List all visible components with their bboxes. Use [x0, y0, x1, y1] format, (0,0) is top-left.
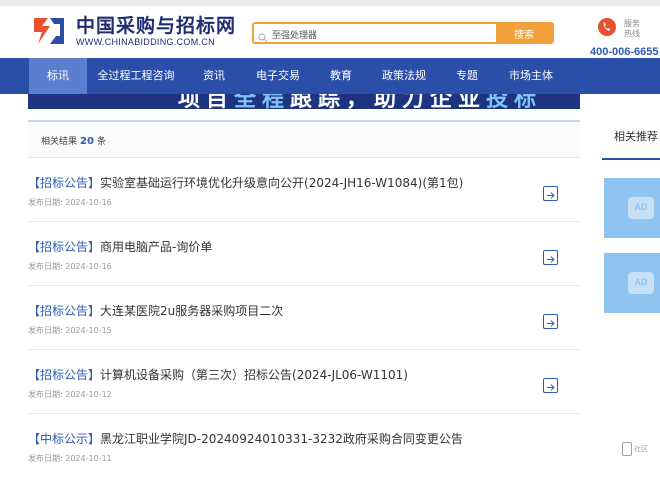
hotline-label: 服务热线 — [624, 19, 640, 38]
watermark-icon — [622, 442, 632, 456]
hotline: 服务热线 400-006-6655 — [590, 16, 660, 58]
list-item[interactable]: 【招标公告】大连某医院2u服务器采购项目二次 发布日期: 2024-10-15 — [28, 286, 580, 350]
open-arrow-icon[interactable] — [543, 250, 558, 265]
search-box: 至强处理器 搜索 — [252, 22, 554, 44]
open-arrow-icon[interactable] — [543, 314, 558, 329]
site-logo[interactable]: 中国采购与招标网 WWW.CHINABIDDING.COM.CN — [30, 14, 236, 48]
list-item[interactable]: 【招标公告】商用电脑产品-询价单 发布日期: 2024-10-16 — [28, 222, 580, 286]
search-icon — [258, 28, 268, 43]
nav-item-topics[interactable]: 专题 — [448, 58, 486, 94]
item-date: 发布日期: 2024-10-16 — [28, 198, 112, 207]
item-date: 发布日期: 2024-10-12 — [28, 390, 112, 399]
results-summary: 相关结果 20 条 — [28, 120, 580, 158]
item-title[interactable]: 【招标公告】大连某医院2u服务器采购项目二次 — [28, 302, 283, 319]
item-title[interactable]: 【招标公告】商用电脑产品-询价单 — [28, 238, 212, 255]
ad-icon: AD — [628, 272, 654, 294]
ad-icon: AD — [628, 197, 654, 219]
logo-mark-icon — [30, 14, 68, 48]
banner-text: 项目全程跟踪，助力企业投标 — [178, 94, 543, 109]
search-button[interactable]: 搜索 — [496, 24, 552, 42]
site-header: 中国采购与招标网 WWW.CHINABIDDING.COM.CN 至强处理器 搜… — [0, 6, 660, 58]
list-item[interactable]: 【招标公告】计算机设备采购（第三次）招标公告(2024-JL06-W1101) … — [28, 350, 580, 414]
results-count: 20 — [80, 136, 94, 147]
nav-item-market[interactable]: 市场主体 — [502, 58, 560, 94]
list-item[interactable]: 【招标公告】实验室基础运行环境优化升级意向公开(2024-JH16-W1084)… — [28, 158, 580, 222]
nav-item-biaoxun[interactable]: 标讯 — [29, 58, 87, 94]
nav-item-e-trade[interactable]: 电子交易 — [250, 58, 306, 94]
item-title[interactable]: 【招标公告】实验室基础运行环境优化升级意向公开(2024-JH16-W1084)… — [28, 174, 463, 191]
nav-item-policy[interactable]: 政策法规 — [376, 58, 432, 94]
item-title[interactable]: 【中标公示】黑龙江职业学院JD-20240924010331-3232政府采购合… — [28, 430, 463, 447]
sidebar-title: 相关推荐 — [614, 130, 658, 143]
item-tag: 【招标公告】 — [28, 176, 101, 190]
search-input[interactable]: 至强处理器 — [254, 24, 496, 42]
open-arrow-icon[interactable] — [543, 186, 558, 201]
sidebar-header: 相关推荐 — [602, 120, 660, 160]
main-nav: 标讯 全过程工程咨询 资讯 电子交易 教育 政策法规 专题 市场主体 — [0, 58, 660, 94]
item-tag: 【招标公告】 — [28, 304, 101, 318]
item-tag: 【中标公示】 — [28, 432, 101, 446]
logo-url: WWW.CHINABIDDING.COM.CN — [76, 36, 215, 47]
nav-item-consulting[interactable]: 全过程工程咨询 — [90, 58, 182, 94]
promo-banner[interactable]: 项目全程跟踪，助力企业投标 — [28, 94, 580, 109]
nav-item-news[interactable]: 资讯 — [196, 58, 232, 94]
results-suffix: 条 — [96, 137, 106, 147]
logo-title: 中国采购与招标网 — [76, 14, 237, 37]
item-tag: 【招标公告】 — [28, 240, 101, 254]
results-prefix: 相关结果 — [41, 137, 78, 147]
list-item[interactable]: 【中标公示】黑龙江职业学院JD-20240924010331-3232政府采购合… — [28, 414, 580, 478]
item-date: 发布日期: 2024-10-11 — [28, 454, 112, 463]
nav-item-education[interactable]: 教育 — [322, 58, 360, 94]
item-date: 发布日期: 2024-10-16 — [28, 262, 112, 271]
phone-icon — [598, 18, 616, 36]
ad-slot[interactable]: AD — [604, 178, 660, 238]
watermark-text: 社区 — [634, 445, 648, 453]
open-arrow-icon[interactable] — [543, 378, 558, 393]
item-title[interactable]: 【招标公告】计算机设备采购（第三次）招标公告(2024-JL06-W1101) — [28, 366, 408, 383]
watermark: 社区 — [622, 440, 652, 458]
search-value: 至强处理器 — [272, 31, 318, 41]
item-tag: 【招标公告】 — [28, 368, 101, 382]
item-date: 发布日期: 2024-10-15 — [28, 326, 112, 335]
ad-slot[interactable]: AD — [604, 253, 660, 313]
hotline-number: 400-006-6655 — [590, 46, 659, 58]
